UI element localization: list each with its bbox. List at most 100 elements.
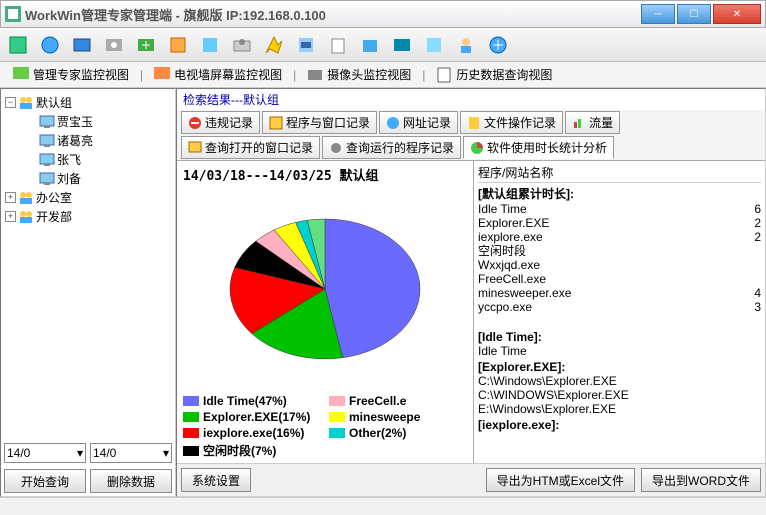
maximize-button[interactable]: ☐ <box>677 4 711 24</box>
tree-label: 张飞 <box>57 151 81 168</box>
file-icon <box>467 116 481 130</box>
tree-child[interactable]: 张飞 <box>39 150 171 169</box>
list-item[interactable]: C:\WINDOWS\Explorer.EXE <box>478 388 761 402</box>
main-content: − 默认组 贾宝玉 诸葛亮 张飞 刘备 +办公室 + 开发部 14/0▾ 14/0… <box>0 88 766 497</box>
right-pane: 检索结果---默认组 违规记录 程序与窗口记录 网址记录 文件操作记录 流量 查… <box>176 88 766 497</box>
tb-icon-6[interactable] <box>166 33 190 57</box>
tb-icon-4[interactable] <box>102 33 126 57</box>
date-row: 14/0▾ 14/0▾ <box>1 440 175 466</box>
tb-icon-3[interactable] <box>70 33 94 57</box>
pc-icon <box>39 114 55 130</box>
wall-icon <box>154 67 170 83</box>
list-item[interactable]: Idle Time <box>478 344 761 358</box>
list-item[interactable]: Idle Time6 <box>478 202 761 216</box>
tab-usage-stats[interactable]: 软件使用时长统计分析 <box>463 136 614 159</box>
stop-icon <box>188 116 202 130</box>
pc-icon <box>39 171 55 187</box>
group-icon <box>18 209 34 225</box>
list-item[interactable]: [Idle Time]: <box>478 330 761 344</box>
minimize-button[interactable]: ─ <box>641 4 675 24</box>
legend-item: minesweepe <box>329 410 467 424</box>
view-tab-wall[interactable]: 电视墙屏幕监控视图 <box>147 63 289 86</box>
export-htm-button[interactable]: 导出为HTM或Excel文件 <box>486 468 635 492</box>
tree-label: 刘备 <box>57 170 81 187</box>
export-word-button[interactable]: 导出到WORD文件 <box>641 468 761 492</box>
list-item[interactable] <box>478 314 761 328</box>
pie-icon <box>470 141 484 155</box>
expand-icon[interactable]: + <box>5 211 16 222</box>
tb-icon-11[interactable] <box>326 33 350 57</box>
tree-label: 开发部 <box>36 208 72 225</box>
tb-icon-2[interactable] <box>38 33 62 57</box>
view-tab-monitor[interactable]: 管理专家监控视图 <box>6 63 136 86</box>
tab-window-query[interactable]: 查询打开的窗口记录 <box>181 136 320 159</box>
tab-url[interactable]: 网址记录 <box>379 111 458 134</box>
delete-data-button[interactable]: 删除数据 <box>90 469 172 493</box>
history-icon <box>436 67 452 83</box>
tree-sibling[interactable]: +办公室 <box>5 188 171 207</box>
start-query-button[interactable]: 开始查询 <box>4 469 86 493</box>
expand-icon[interactable]: + <box>5 192 16 203</box>
group-icon <box>18 190 34 206</box>
toolbar <box>0 28 766 62</box>
tb-icon-7[interactable] <box>198 33 222 57</box>
list-item[interactable]: [Explorer.EXE]: <box>478 360 761 374</box>
close-button[interactable]: ✕ <box>713 4 761 24</box>
gear-icon <box>329 141 343 155</box>
tree-label: 诸葛亮 <box>57 132 93 149</box>
tb-icon-9[interactable] <box>262 33 286 57</box>
view-tab-history[interactable]: 历史数据查询视图 <box>429 63 559 86</box>
view-tab-camera[interactable]: 摄像头监控视图 <box>300 63 418 86</box>
tab-program-window[interactable]: 程序与窗口记录 <box>262 111 377 134</box>
tb-icon-12[interactable] <box>358 33 382 57</box>
tb-icon-16[interactable] <box>486 33 510 57</box>
list-item[interactable]: 空闲时段 <box>478 244 761 258</box>
list-item[interactable]: yccpo.exe3 <box>478 300 761 314</box>
tree-sibling[interactable]: + 开发部 <box>5 207 171 226</box>
list-item[interactable]: minesweeper.exe4 <box>478 286 761 300</box>
tb-icon-13[interactable] <box>390 33 414 57</box>
tree-child[interactable]: 贾宝玉 <box>39 112 171 131</box>
left-pane: − 默认组 贾宝玉 诸葛亮 张飞 刘备 +办公室 + 开发部 14/0▾ 14/0… <box>0 88 176 497</box>
tab-violation[interactable]: 违规记录 <box>181 111 260 134</box>
list-item[interactable]: [iexplore.exe]: <box>478 418 761 432</box>
tb-icon-10[interactable] <box>294 33 318 57</box>
tree-root-node[interactable]: − 默认组 <box>5 93 171 112</box>
date-from[interactable]: 14/0▾ <box>4 443 86 463</box>
tb-icon-5[interactable] <box>134 33 158 57</box>
legend-item: Other(2%) <box>329 426 467 440</box>
list-item[interactable]: Explorer.EXE2 <box>478 216 761 230</box>
list-header: 程序/网站名称 <box>478 163 761 183</box>
window-title: WorkWin管理专家管理端 - 旗舰版 IP:192.168.0.100 <box>25 5 639 24</box>
stats-content: 14/03/18---14/03/25 默认组 Idle Time(47%)Fr… <box>177 160 765 463</box>
list-item[interactable]: FreeCell.exe <box>478 272 761 286</box>
collapse-icon[interactable]: − <box>5 97 16 108</box>
view-tab-label: 管理专家监控视图 <box>33 66 129 83</box>
tab-program-query[interactable]: 查询运行的程序记录 <box>322 136 461 159</box>
system-settings-button[interactable]: 系统设置 <box>181 468 251 492</box>
usage-list[interactable]: 程序/网站名称 [默认组累计时长]:Idle Time6Explorer.EXE… <box>473 161 765 463</box>
pc-icon <box>39 152 55 168</box>
tb-icon-14[interactable] <box>422 33 446 57</box>
tb-icon-15[interactable] <box>454 33 478 57</box>
client-tree[interactable]: − 默认组 贾宝玉 诸葛亮 张飞 刘备 +办公室 + 开发部 <box>1 89 175 440</box>
chevron-down-icon: ▾ <box>163 446 169 460</box>
tb-icon-1[interactable] <box>6 33 30 57</box>
search-result-label: 检索结果---默认组 <box>177 89 765 110</box>
tree-child[interactable]: 诸葛亮 <box>39 131 171 150</box>
legend-item: iexplore.exe(16%) <box>183 426 321 440</box>
tb-icon-8[interactable] <box>230 33 254 57</box>
list-item[interactable]: [默认组累计时长]: <box>478 185 761 202</box>
title-bar: WorkWin管理专家管理端 - 旗舰版 IP:192.168.0.100 ─ … <box>0 0 766 28</box>
list-item[interactable]: C:\Windows\Explorer.EXE <box>478 374 761 388</box>
legend-item: Idle Time(47%) <box>183 394 321 408</box>
tree-label: 贾宝玉 <box>57 113 93 130</box>
list-item[interactable]: iexplore.exe2 <box>478 230 761 244</box>
list-item[interactable]: Wxxjqd.exe <box>478 258 761 272</box>
monitor-icon <box>13 67 29 83</box>
tree-child[interactable]: 刘备 <box>39 169 171 188</box>
tab-fileop[interactable]: 文件操作记录 <box>460 111 563 134</box>
tab-traffic[interactable]: 流量 <box>565 111 620 134</box>
date-to[interactable]: 14/0▾ <box>90 443 172 463</box>
list-item[interactable]: E:\Windows\Explorer.EXE <box>478 402 761 416</box>
